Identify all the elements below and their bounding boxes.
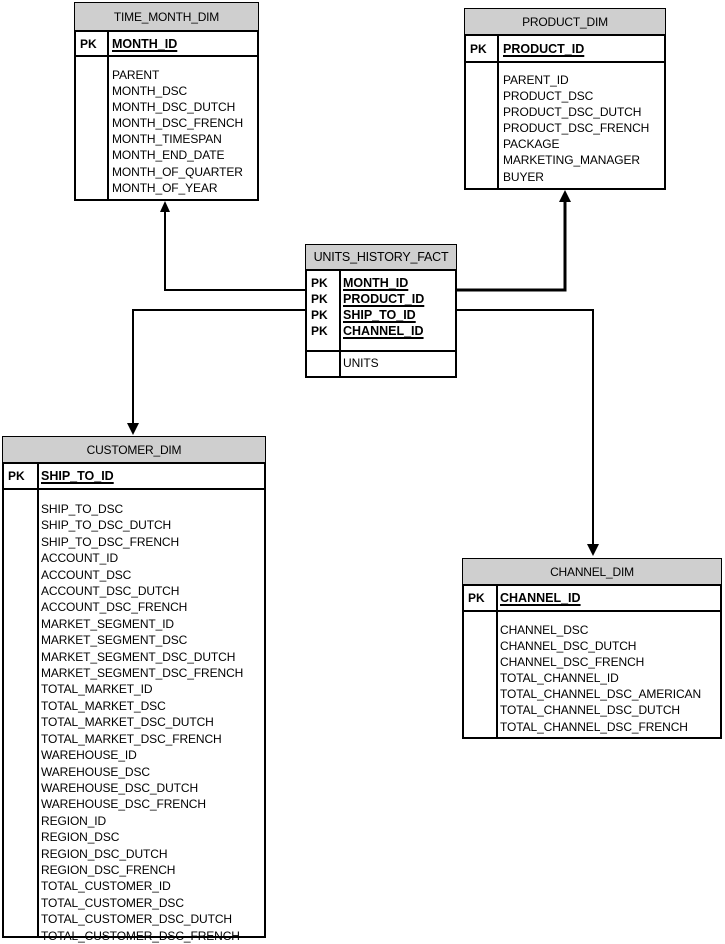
entity-header: PRODUCT_DIM	[464, 8, 666, 34]
pk-label: PK	[311, 292, 328, 306]
entity-header: TIME_MONTH_DIM	[74, 2, 259, 30]
attribute: WAREHOUSE_ID	[41, 748, 137, 763]
attribute: MONTH_DSC	[112, 84, 188, 99]
attribute: REGION_ID	[41, 813, 107, 828]
pk-label: PK	[311, 276, 328, 290]
attribute: REGION_DSC	[41, 830, 120, 845]
attribute: CHANNEL_DSC_DUTCH	[500, 639, 637, 654]
pk-label: PK	[470, 42, 487, 56]
attribute: TOTAL_MARKET_DSC	[41, 698, 166, 713]
pk-field: MONTH_ID	[343, 276, 409, 290]
entity-channel-dim[interactable]: CHANNEL_DIM PK CHANNEL_ID CHANNEL_DSC CH…	[462, 558, 722, 739]
entity-header: CUSTOMER_DIM	[2, 436, 266, 462]
entity-title: CHANNEL_DIM	[550, 565, 634, 579]
pk-field: SHIP_TO_ID	[343, 308, 416, 322]
entity-product-dim[interactable]: PRODUCT_DIM PK PRODUCT_ID PARENT_ID PROD…	[464, 8, 666, 190]
attribute: ACCOUNT_DSC_DUTCH	[41, 584, 180, 599]
attribute: TOTAL_CHANNEL_DSC_DUTCH	[500, 703, 680, 718]
attribute: TOTAL_MARKET_DSC_DUTCH	[41, 715, 214, 730]
attribute: MONTH_DSC_DUTCH	[112, 100, 236, 115]
entity-time-month-dim[interactable]: TIME_MONTH_DIM PK MONTH_ID PARENT MONTH_…	[74, 2, 259, 201]
pk-field: CHANNEL_ID	[500, 591, 581, 605]
entity-header: CHANNEL_DIM	[462, 558, 722, 584]
attribute: TOTAL_CUSTOMER_DSC_FRENCH	[41, 928, 240, 943]
attribute: WAREHOUSE_DSC	[41, 764, 150, 779]
attribute: MARKET_SEGMENT_DSC_FRENCH	[41, 666, 244, 681]
arrowhead-channel-dim	[587, 544, 599, 556]
attribute: PRODUCT_DSC_DUTCH	[503, 105, 642, 120]
attribute: TOTAL_CUSTOMER_ID	[41, 879, 171, 894]
attribute: TOTAL_CHANNEL_DSC_FRENCH	[500, 719, 688, 734]
attribute: SHIP_TO_DSC	[41, 502, 124, 516]
attribute: SHIP_TO_DSC_DUTCH	[41, 518, 172, 533]
attribute: CHANNEL_DSC_FRENCH	[500, 655, 645, 670]
attribute: MONTH_TIMESPAN	[112, 132, 222, 147]
attribute: PARENT	[112, 68, 160, 82]
attribute: PARENT_ID	[503, 73, 569, 87]
attribute: BUYER	[503, 169, 544, 184]
pk-label: PK	[8, 469, 25, 483]
pk-field: PRODUCT_ID	[503, 42, 585, 56]
attribute: REGION_DSC_DUTCH	[41, 846, 168, 861]
pk-field: MONTH_ID	[112, 37, 178, 51]
entity-title: CUSTOMER_DIM	[86, 443, 182, 457]
pk-label: PK	[311, 324, 328, 338]
pk-label: PK	[311, 308, 328, 322]
pk-field: PRODUCT_ID	[343, 292, 425, 306]
link-fact-to-time-month-dim	[164, 210, 305, 291]
attribute: PACKAGE	[503, 137, 560, 152]
pk-field: CHANNEL_ID	[343, 324, 424, 338]
link-fact-to-customer-dim	[132, 309, 305, 425]
entity-title: TIME_MONTH_DIM	[113, 10, 220, 24]
attribute: TOTAL_CHANNEL_ID	[500, 671, 619, 686]
arrowhead-customer-dim	[127, 423, 139, 435]
attribute: MARKET_SEGMENT_DSC_DUTCH	[41, 649, 236, 664]
attribute: UNITS	[343, 356, 379, 370]
attribute: MONTH_OF_QUARTER	[112, 164, 243, 179]
pk-label: PK	[468, 591, 485, 605]
attribute: TOTAL_MARKET_ID	[41, 682, 153, 697]
attribute: WAREHOUSE_DSC_FRENCH	[41, 797, 206, 812]
link-fact-to-product-dim	[456, 200, 567, 292]
attribute: CHANNEL_DSC	[500, 623, 589, 637]
attribute: PRODUCT_DSC_FRENCH	[503, 121, 650, 136]
entity-header: UNITS_HISTORY_FACT	[305, 244, 457, 269]
attribute: SHIP_TO_DSC_FRENCH	[41, 534, 180, 549]
pk-field: SHIP_TO_ID	[41, 469, 114, 483]
attribute: MARKET_SEGMENT_DSC	[41, 633, 188, 648]
attribute: PRODUCT_DSC	[503, 89, 594, 104]
entity-title: UNITS_HISTORY_FACT	[313, 250, 449, 264]
attribute: TOTAL_CHANNEL_DSC_AMERICAN	[500, 687, 702, 702]
attribute: ACCOUNT_ID	[41, 551, 119, 566]
pk-label: PK	[80, 37, 97, 51]
attribute: MONTH_DSC_FRENCH	[112, 116, 244, 131]
attribute: MONTH_OF_YEAR	[112, 180, 218, 195]
attribute: MONTH_END_DATE	[112, 148, 225, 163]
attribute: TOTAL_MARKET_DSC_FRENCH	[41, 731, 222, 746]
link-fact-to-channel-dim	[456, 309, 594, 545]
arrowhead-time-month-dim	[160, 201, 170, 212]
attribute: TOTAL_CUSTOMER_DSC_DUTCH	[41, 912, 232, 927]
attribute: MARKETING_MANAGER	[503, 153, 640, 168]
attribute: REGION_DSC_FRENCH	[41, 862, 176, 877]
attribute: MARKET_SEGMENT_ID	[41, 616, 174, 631]
entity-title: PRODUCT_DIM	[522, 15, 608, 29]
attribute: ACCOUNT_DSC_FRENCH	[41, 600, 188, 615]
entity-customer-dim[interactable]: CUSTOMER_DIM PK SHIP_TO_ID SHIP_TO_DSC S…	[2, 436, 266, 943]
arrowhead-product-dim	[559, 190, 571, 202]
attribute: WAREHOUSE_DSC_DUTCH	[41, 780, 199, 795]
attribute: ACCOUNT_DSC	[41, 567, 132, 582]
attribute: TOTAL_CUSTOMER_DSC	[41, 895, 184, 910]
entity-units-history-fact[interactable]: UNITS_HISTORY_FACT PK PK PK PK MONTH_ID …	[305, 244, 457, 378]
